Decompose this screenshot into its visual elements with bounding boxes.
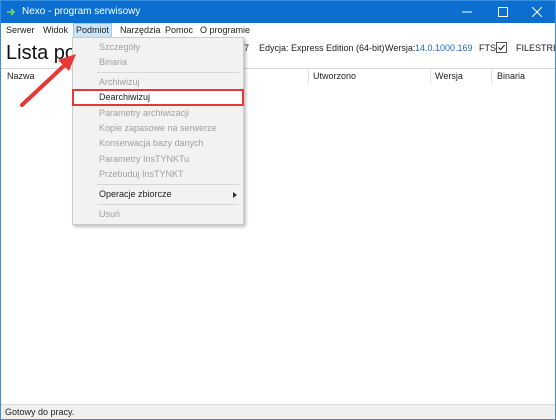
menu-item-operacje-zbiorcze[interactable]: Operacje zbiorcze — [73, 187, 243, 202]
menu-item-kopie-zapasowe[interactable]: Kopie zapasowe na serwerze — [73, 121, 243, 136]
menu-item-binaria[interactable]: Binaria — [73, 55, 243, 70]
menu-item-przebuduj-instynkt[interactable]: Przebuduj InsTYNKT — [73, 167, 243, 182]
menu-item-archiwizuj[interactable]: Archiwizuj — [73, 75, 243, 90]
edition-label: Edycja: Express Edition (64-bit) — [259, 43, 385, 53]
filestream-label: FILESTREA — [516, 43, 555, 53]
column-nazwa[interactable]: Nazwa — [7, 71, 35, 81]
menu-serwer[interactable]: Serwer — [4, 24, 37, 37]
menu-item-dearchiwizuj[interactable]: Dearchiwizuj — [72, 89, 244, 106]
version-value: 14.0.1000.169 — [415, 43, 473, 53]
menu-item-konserwacja[interactable]: Konserwacja bazy danych — [73, 136, 243, 151]
column-utworzono[interactable]: Utworzono — [313, 71, 356, 81]
column-binaria[interactable]: Binaria — [497, 71, 525, 81]
column-wersja[interactable]: Wersja — [435, 71, 463, 81]
version-label: Wersja: — [385, 43, 416, 53]
header-number-fragment: 7 — [244, 43, 250, 53]
column-separator[interactable] — [491, 69, 492, 83]
app-arrow-icon — [7, 8, 17, 16]
app-window: Nexo - program serwisowy Serwer Widok Po… — [0, 0, 556, 420]
minimize-icon — [462, 11, 472, 13]
minimize-button[interactable] — [449, 1, 485, 23]
column-separator[interactable] — [430, 69, 431, 83]
menu-bar: Serwer Widok Podmiot Narzędzia Pomoc O p… — [1, 23, 555, 38]
menu-separator — [97, 184, 239, 185]
menu-widok[interactable]: Widok — [41, 24, 70, 37]
window-title: Nexo - program serwisowy — [22, 6, 141, 17]
menu-o-programie[interactable]: O programie — [198, 24, 252, 37]
checkmark-icon — [498, 44, 505, 51]
column-separator[interactable] — [308, 69, 309, 83]
menu-item-label: Operacje zbiorcze — [99, 189, 172, 199]
fts-checkbox[interactable] — [496, 42, 507, 53]
menu-narzedzia[interactable]: Narzędzia — [118, 24, 163, 37]
close-icon — [532, 7, 542, 17]
close-button[interactable] — [519, 1, 555, 23]
chevron-right-icon — [233, 192, 237, 198]
menu-item-parametry-archiwizacji[interactable]: Parametry archiwizacji — [73, 106, 243, 121]
menu-item-parametry-instynktu[interactable]: Parametry InsTYNKTu — [73, 152, 243, 167]
maximize-icon — [498, 7, 508, 17]
status-text: Gotowy do pracy. — [5, 407, 75, 417]
menu-separator — [97, 72, 239, 73]
status-bar: Gotowy do pracy. — [1, 404, 555, 419]
menu-separator — [97, 204, 239, 205]
menu-pomoc[interactable]: Pomoc — [163, 24, 195, 37]
maximize-button[interactable] — [485, 1, 521, 23]
menu-item-usun[interactable]: Usuń — [73, 207, 243, 222]
menu-item-szczegoly[interactable]: Szczegóły — [73, 40, 243, 55]
menu-podmiot[interactable]: Podmiot — [73, 23, 113, 38]
podmiot-dropdown-menu: Szczegóły Binaria Archiwizuj Dearchiwizu… — [72, 37, 244, 225]
title-bar[interactable]: Nexo - program serwisowy — [1, 1, 555, 23]
